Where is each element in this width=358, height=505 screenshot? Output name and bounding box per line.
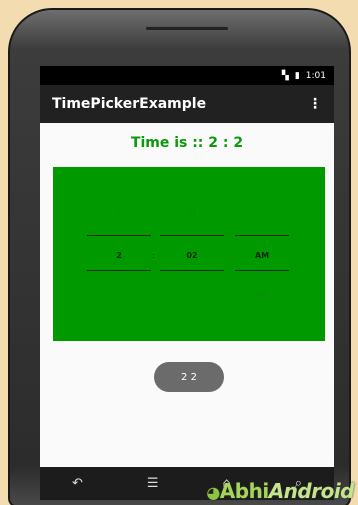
hour-prev[interactable]: 1	[87, 207, 151, 216]
time-separator: :	[152, 251, 155, 260]
watermark-part1: Abhi	[219, 479, 269, 503]
time-picker[interactable]: 1 2 3 : 01 02 03 AM PM	[53, 167, 325, 341]
minute-selected[interactable]: 02	[160, 251, 224, 260]
hour-selected[interactable]: 2	[87, 251, 151, 260]
ampm-selected[interactable]: AM	[235, 251, 289, 260]
minute-spinner[interactable]: 01 02 03	[160, 167, 224, 341]
divider	[160, 235, 224, 236]
hour-spinner[interactable]: 1 2 3	[87, 167, 151, 341]
minute-next[interactable]: 03	[160, 291, 224, 300]
android-logo-icon: ◕	[206, 483, 220, 502]
earpiece	[145, 26, 229, 31]
watermark-logo: ◕AbhiAndroid	[206, 479, 354, 503]
minute-prev[interactable]: 01	[160, 207, 224, 216]
more-vert-icon[interactable]: ⋮	[308, 97, 322, 111]
show-time-button[interactable]: 2 2	[154, 362, 224, 392]
divider	[87, 270, 151, 271]
battery-icon: ▮	[294, 70, 300, 81]
app-title: TimePickerExample	[52, 96, 207, 112]
time-text: Time is :: 2 : 2	[130, 135, 244, 151]
back-icon[interactable]: ↶	[72, 476, 83, 491]
main-content: Time is :: 2 : 2 1 2 3 : 01 02 03 AM PM …	[40, 123, 334, 428]
signal-icon: ▚	[281, 70, 289, 81]
divider	[235, 235, 289, 236]
screen: ▚ ▮ 1:01 TimePickerExample ⋮ Time is :: …	[40, 66, 334, 467]
ampm-spinner[interactable]: AM PM	[235, 167, 289, 341]
divider	[160, 270, 224, 271]
divider	[87, 235, 151, 236]
divider	[235, 270, 289, 271]
menu-icon[interactable]: ☰	[147, 476, 159, 491]
status-bar: ▚ ▮ 1:01	[40, 66, 334, 85]
status-time: 1:01	[305, 70, 326, 81]
ampm-next[interactable]: PM	[235, 291, 289, 300]
app-bar: TimePickerExample ⋮	[40, 85, 334, 123]
hour-next[interactable]: 3	[87, 291, 151, 300]
watermark-part2: Android	[268, 479, 355, 503]
